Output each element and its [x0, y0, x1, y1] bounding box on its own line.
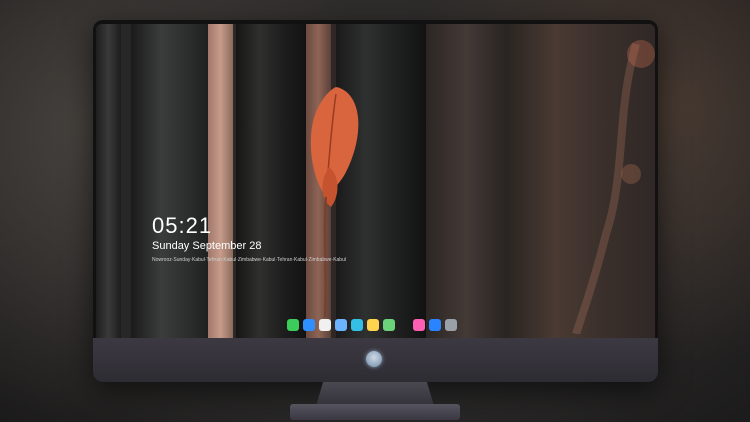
dock: [287, 317, 457, 332]
monitor-stand-base: [290, 404, 460, 420]
lockscreen-time: 05:21: [152, 213, 213, 238]
lockscreen-date: Sunday September 28: [152, 240, 262, 252]
maps-icon[interactable]: [383, 318, 395, 331]
fence-post: [426, 24, 506, 338]
leaf-image: [310, 87, 359, 318]
background-light: [208, 24, 233, 338]
fence-post: [96, 24, 121, 338]
safari-icon[interactable]: [319, 318, 331, 331]
branch-blur: [572, 40, 655, 334]
appstore-icon[interactable]: [429, 318, 441, 331]
preview-icon[interactable]: [335, 318, 347, 331]
screen: [96, 24, 655, 338]
music-icon[interactable]: [413, 318, 425, 331]
photos-icon[interactable]: [351, 318, 363, 331]
notes-icon[interactable]: [367, 318, 379, 331]
fence-post: [236, 24, 306, 338]
finder-icon[interactable]: [303, 318, 315, 331]
lockscreen-ticker: Nowrooz·Sunday·Kabul·Tehran·Kabul·Zimbab…: [152, 257, 346, 263]
brand-logo-icon: [366, 351, 382, 367]
monitor-stand-neck: [316, 382, 434, 406]
messages-icon[interactable]: [287, 318, 299, 331]
camera-icon[interactable]: [445, 318, 457, 331]
